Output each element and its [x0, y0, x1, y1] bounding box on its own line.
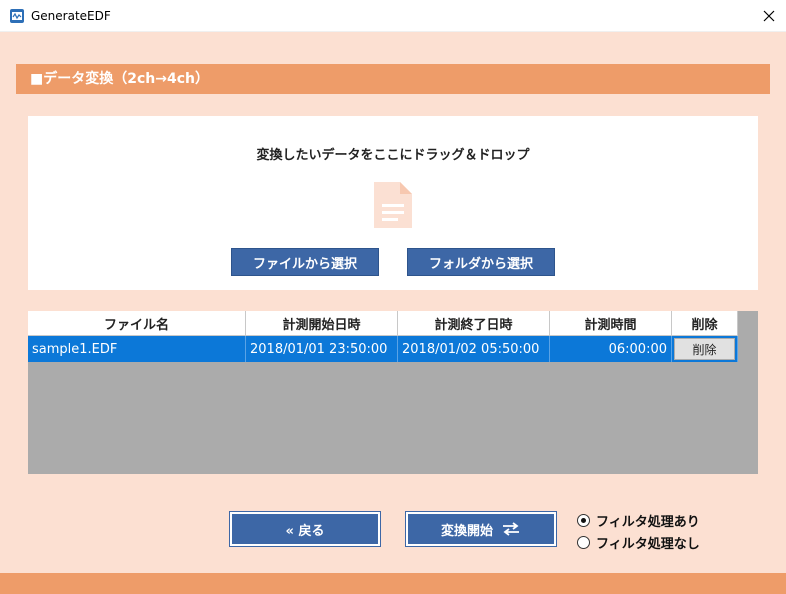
column-header-end[interactable]: 計測終了日時	[398, 311, 550, 336]
file-table[interactable]: ファイル名 計測開始日時 計測終了日時 計測時間 削除 sample1.EDF …	[28, 311, 758, 474]
delete-row-button[interactable]: 削除	[674, 338, 735, 360]
radio-with-filter-label: フィルタ処理あり	[596, 514, 700, 530]
radio-without-filter[interactable]: フィルタ処理なし	[577, 531, 700, 553]
cell-start[interactable]: 2018/01/01 23:50:00	[246, 336, 398, 362]
radio-selected-icon[interactable]	[577, 513, 590, 527]
radio-with-filter[interactable]: フィルタ処理あり	[577, 509, 700, 531]
main-panel: ■データ変換（2ch→4ch） 変換したいデータをここにドラッグ＆ドロップ ファ…	[0, 32, 786, 594]
drop-zone[interactable]: 変換したいデータをここにドラッグ＆ドロップ ファイルから選択 フォルダから選択	[28, 116, 758, 290]
back-button[interactable]: « 戻る	[229, 511, 381, 547]
column-header-file-name[interactable]: ファイル名	[28, 311, 246, 336]
cell-delete: 削除	[672, 336, 738, 362]
drop-instruction: 変換したいデータをここにドラッグ＆ドロップ	[256, 148, 530, 163]
app-icon	[10, 9, 24, 23]
swap-arrows-icon	[503, 522, 519, 536]
close-icon	[763, 10, 775, 22]
cell-end[interactable]: 2018/01/02 05:50:00	[398, 336, 550, 362]
section-header: ■データ変換（2ch→4ch）	[16, 64, 770, 94]
document-icon	[374, 182, 412, 228]
column-header-delete[interactable]: 削除	[672, 311, 738, 336]
window-title: GenerateEDF	[31, 9, 111, 23]
column-header-duration[interactable]: 計測時間	[550, 311, 672, 336]
table-header: ファイル名 計測開始日時 計測終了日時 計測時間 削除	[28, 311, 738, 336]
radio-without-filter-label: フィルタ処理なし	[596, 536, 700, 552]
cell-duration[interactable]: 06:00:00	[550, 336, 672, 362]
radio-unselected-icon[interactable]	[577, 535, 590, 549]
column-header-start[interactable]: 計測開始日時	[246, 311, 398, 336]
filter-radio-group: フィルタ処理あり フィルタ処理なし	[577, 509, 700, 553]
convert-button-label: 変換開始	[440, 523, 493, 539]
footer-band	[0, 573, 786, 594]
select-file-button[interactable]: ファイルから選択	[231, 248, 379, 276]
cell-file-name[interactable]: sample1.EDF	[28, 336, 246, 362]
title-bar: GenerateEDF	[0, 0, 786, 32]
table-row[interactable]: sample1.EDF 2018/01/01 23:50:00 2018/01/…	[28, 336, 738, 362]
section-title: ■データ変換（2ch→4ch）	[30, 71, 209, 87]
close-button[interactable]	[752, 0, 786, 32]
convert-button[interactable]: 変換開始	[405, 511, 557, 547]
select-folder-button[interactable]: フォルダから選択	[407, 248, 555, 276]
